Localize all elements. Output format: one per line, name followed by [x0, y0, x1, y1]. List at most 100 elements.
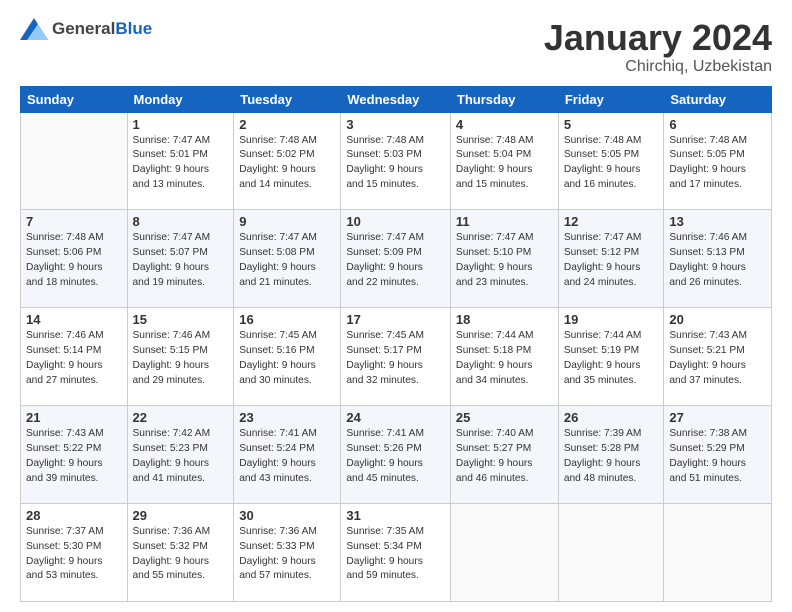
cell-info: Sunrise: 7:47 AM Sunset: 5:12 PM Dayligh…: [564, 231, 659, 290]
cell-info: Sunrise: 7:43 AM Sunset: 5:21 PM Dayligh…: [669, 329, 766, 388]
week-row-2: 7Sunrise: 7:48 AM Sunset: 5:06 PM Daylig…: [21, 210, 772, 308]
cell-info: Sunrise: 7:48 AM Sunset: 5:05 PM Dayligh…: [564, 134, 659, 193]
cell-date: 31: [346, 508, 445, 523]
calendar-cell: [664, 504, 772, 602]
calendar-cell: [450, 504, 558, 602]
header-row: Sunday Monday Tuesday Wednesday Thursday…: [21, 86, 772, 112]
cell-date: 3: [346, 117, 445, 132]
cell-date: 10: [346, 214, 445, 229]
calendar-cell: 5 Sunrise: 7:48 AM Sunset: 5:05 PM Daylig…: [558, 112, 664, 210]
calendar-cell: 15 Sunrise: 7:46 AM Sunset: 5:15 PM Dayli…: [127, 308, 234, 406]
calendar-cell: 26Sunrise: 7:39 AM Sunset: 5:28 PM Dayli…: [558, 406, 664, 504]
cell-info: Sunrise: 7:37 AM Sunset: 5:30 PM Dayligh…: [26, 525, 122, 584]
calendar-cell: 27Sunrise: 7:38 AM Sunset: 5:29 PM Dayli…: [664, 406, 772, 504]
cell-date: 22: [133, 410, 229, 425]
cell-date: 11: [456, 214, 553, 229]
calendar-cell: 2 Sunrise: 7:48 AM Sunset: 5:02 PM Daylig…: [234, 112, 341, 210]
cell-date: 15: [133, 312, 229, 327]
cell-date: 27: [669, 410, 766, 425]
cell-date: 1: [133, 117, 229, 132]
cell-info: Sunrise: 7:46 AM Sunset: 5:13 PM Dayligh…: [669, 231, 766, 290]
col-saturday: Saturday: [664, 86, 772, 112]
calendar-cell: 7Sunrise: 7:48 AM Sunset: 5:06 PM Daylig…: [21, 210, 128, 308]
col-tuesday: Tuesday: [234, 86, 341, 112]
cell-info: Sunrise: 7:35 AM Sunset: 5:34 PM Dayligh…: [346, 525, 445, 584]
header: GeneralBlue January 2024 Chirchiq, Uzbek…: [20, 18, 772, 76]
logo-general: General: [52, 19, 115, 38]
calendar-cell: 30 Sunrise: 7:36 AM Sunset: 5:33 PM Dayli…: [234, 504, 341, 602]
logo-icon: [20, 18, 48, 40]
cell-info: Sunrise: 7:44 AM Sunset: 5:19 PM Dayligh…: [564, 329, 659, 388]
calendar-cell: 18 Sunrise: 7:44 AM Sunset: 5:18 PM Dayli…: [450, 308, 558, 406]
cell-info: Sunrise: 7:48 AM Sunset: 5:02 PM Dayligh…: [239, 134, 335, 193]
calendar-cell: 24Sunrise: 7:41 AM Sunset: 5:26 PM Dayli…: [341, 406, 451, 504]
calendar-cell: 20 Sunrise: 7:43 AM Sunset: 5:21 PM Dayli…: [664, 308, 772, 406]
col-wednesday: Wednesday: [341, 86, 451, 112]
cell-info: Sunrise: 7:48 AM Sunset: 5:04 PM Dayligh…: [456, 134, 553, 193]
cell-date: 23: [239, 410, 335, 425]
cell-date: 29: [133, 508, 229, 523]
calendar-cell: 10Sunrise: 7:47 AM Sunset: 5:09 PM Dayli…: [341, 210, 451, 308]
cell-date: 7: [26, 214, 122, 229]
cell-info: Sunrise: 7:36 AM Sunset: 5:32 PM Dayligh…: [133, 525, 229, 584]
title-block: January 2024 Chirchiq, Uzbekistan: [544, 18, 772, 76]
calendar-table: Sunday Monday Tuesday Wednesday Thursday…: [20, 86, 772, 602]
cell-date: 20: [669, 312, 766, 327]
cell-info: Sunrise: 7:47 AM Sunset: 5:10 PM Dayligh…: [456, 231, 553, 290]
cell-date: 8: [133, 214, 229, 229]
page: GeneralBlue January 2024 Chirchiq, Uzbek…: [0, 0, 792, 612]
cell-info: Sunrise: 7:48 AM Sunset: 5:03 PM Dayligh…: [346, 134, 445, 193]
week-row-4: 21Sunrise: 7:43 AM Sunset: 5:22 PM Dayli…: [21, 406, 772, 504]
calendar-cell: 22Sunrise: 7:42 AM Sunset: 5:23 PM Dayli…: [127, 406, 234, 504]
cell-info: Sunrise: 7:45 AM Sunset: 5:17 PM Dayligh…: [346, 329, 445, 388]
col-monday: Monday: [127, 86, 234, 112]
cell-info: Sunrise: 7:41 AM Sunset: 5:24 PM Dayligh…: [239, 427, 335, 486]
cell-info: Sunrise: 7:36 AM Sunset: 5:33 PM Dayligh…: [239, 525, 335, 584]
calendar-cell: 4Sunrise: 7:48 AM Sunset: 5:04 PM Daylig…: [450, 112, 558, 210]
calendar-cell: 1 Sunrise: 7:47 AM Sunset: 5:01 PM Daylig…: [127, 112, 234, 210]
logo-blue: Blue: [115, 19, 152, 38]
calendar-cell: 17 Sunrise: 7:45 AM Sunset: 5:17 PM Dayli…: [341, 308, 451, 406]
subtitle: Chirchiq, Uzbekistan: [544, 58, 772, 76]
calendar-cell: 8 Sunrise: 7:47 AM Sunset: 5:07 PM Daylig…: [127, 210, 234, 308]
cell-info: Sunrise: 7:46 AM Sunset: 5:14 PM Dayligh…: [26, 329, 122, 388]
calendar-cell: 9Sunrise: 7:47 AM Sunset: 5:08 PM Daylig…: [234, 210, 341, 308]
cell-date: 17: [346, 312, 445, 327]
cell-date: 16: [239, 312, 335, 327]
calendar-cell: 29 Sunrise: 7:36 AM Sunset: 5:32 PM Dayli…: [127, 504, 234, 602]
col-thursday: Thursday: [450, 86, 558, 112]
calendar-cell: 23 Sunrise: 7:41 AM Sunset: 5:24 PM Dayli…: [234, 406, 341, 504]
cell-info: Sunrise: 7:44 AM Sunset: 5:18 PM Dayligh…: [456, 329, 553, 388]
cell-info: Sunrise: 7:47 AM Sunset: 5:08 PM Dayligh…: [239, 231, 335, 290]
cell-info: Sunrise: 7:43 AM Sunset: 5:22 PM Dayligh…: [26, 427, 122, 486]
cell-date: 2: [239, 117, 335, 132]
calendar-cell: 28Sunrise: 7:37 AM Sunset: 5:30 PM Dayli…: [21, 504, 128, 602]
calendar-cell: 21Sunrise: 7:43 AM Sunset: 5:22 PM Dayli…: [21, 406, 128, 504]
cell-date: 25: [456, 410, 553, 425]
main-title: January 2024: [544, 18, 772, 58]
calendar-cell: 12 Sunrise: 7:47 AM Sunset: 5:12 PM Dayli…: [558, 210, 664, 308]
calendar-cell: 11 Sunrise: 7:47 AM Sunset: 5:10 PM Dayli…: [450, 210, 558, 308]
calendar-cell: 25 Sunrise: 7:40 AM Sunset: 5:27 PM Dayli…: [450, 406, 558, 504]
col-sunday: Sunday: [21, 86, 128, 112]
cell-info: Sunrise: 7:47 AM Sunset: 5:07 PM Dayligh…: [133, 231, 229, 290]
calendar-cell: [21, 112, 128, 210]
cell-date: 18: [456, 312, 553, 327]
logo: GeneralBlue: [20, 18, 152, 40]
cell-date: 19: [564, 312, 659, 327]
cell-info: Sunrise: 7:46 AM Sunset: 5:15 PM Dayligh…: [133, 329, 229, 388]
cell-date: 12: [564, 214, 659, 229]
week-row-5: 28Sunrise: 7:37 AM Sunset: 5:30 PM Dayli…: [21, 504, 772, 602]
calendar-cell: 16 Sunrise: 7:45 AM Sunset: 5:16 PM Dayli…: [234, 308, 341, 406]
cell-info: Sunrise: 7:47 AM Sunset: 5:01 PM Dayligh…: [133, 134, 229, 193]
calendar-cell: 31 Sunrise: 7:35 AM Sunset: 5:34 PM Dayli…: [341, 504, 451, 602]
week-row-3: 14Sunrise: 7:46 AM Sunset: 5:14 PM Dayli…: [21, 308, 772, 406]
cell-date: 5: [564, 117, 659, 132]
calendar-cell: 14Sunrise: 7:46 AM Sunset: 5:14 PM Dayli…: [21, 308, 128, 406]
week-row-1: 1 Sunrise: 7:47 AM Sunset: 5:01 PM Daylig…: [21, 112, 772, 210]
cell-info: Sunrise: 7:45 AM Sunset: 5:16 PM Dayligh…: [239, 329, 335, 388]
cell-date: 13: [669, 214, 766, 229]
cell-date: 26: [564, 410, 659, 425]
cell-info: Sunrise: 7:40 AM Sunset: 5:27 PM Dayligh…: [456, 427, 553, 486]
cell-date: 30: [239, 508, 335, 523]
